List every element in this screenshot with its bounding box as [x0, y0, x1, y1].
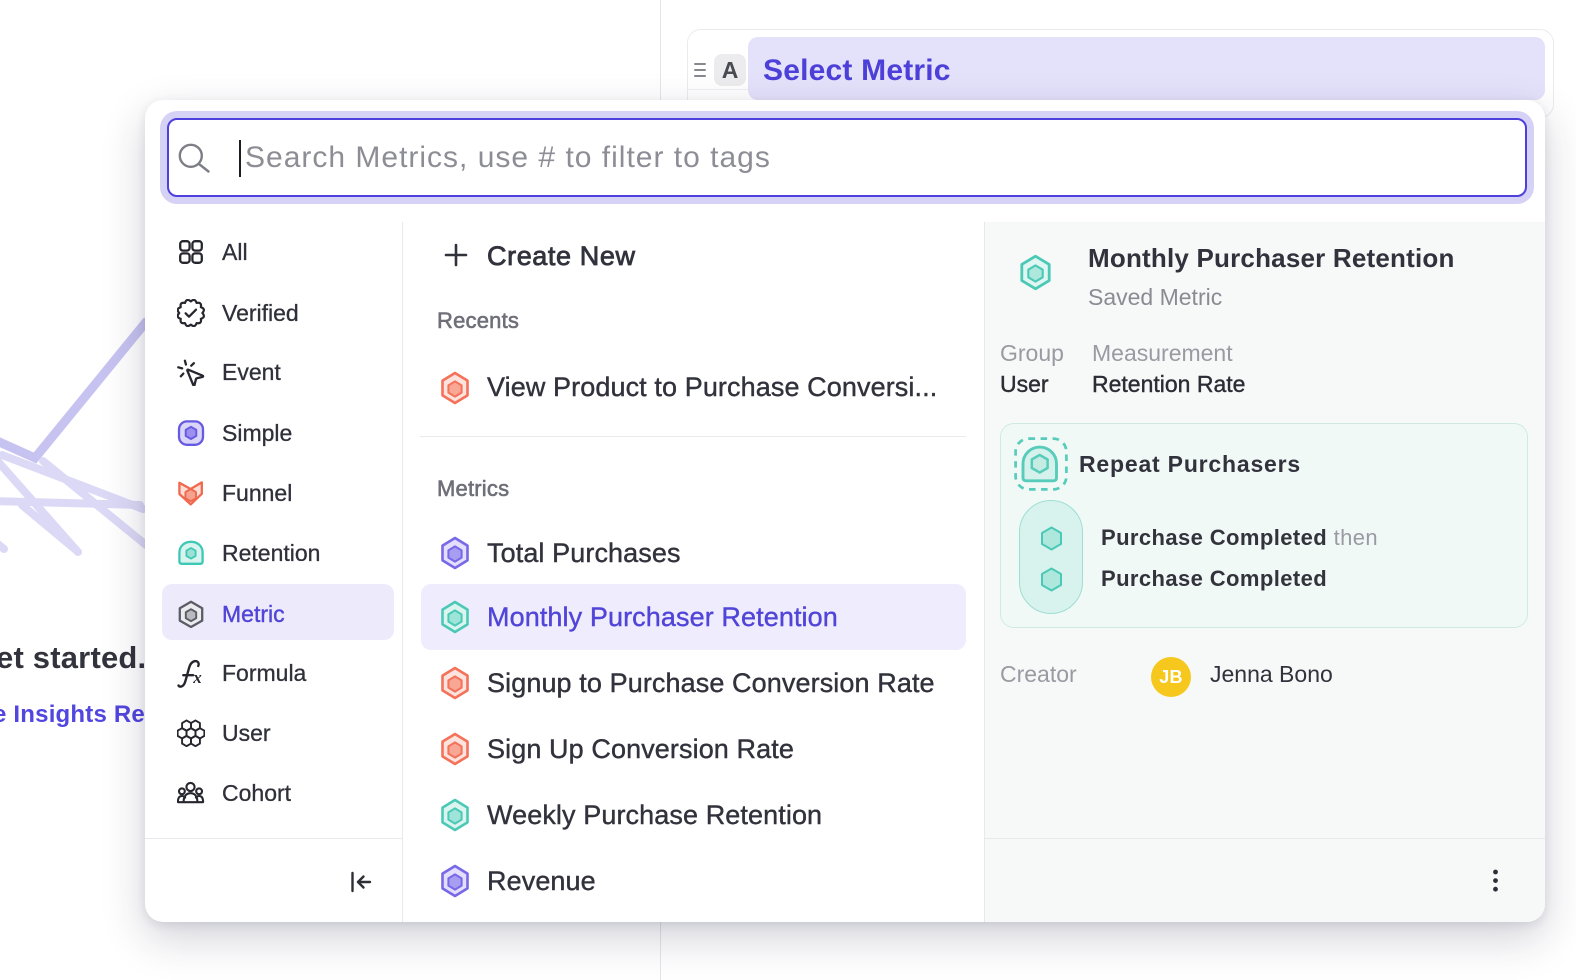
svg-text:x: x — [192, 668, 202, 687]
